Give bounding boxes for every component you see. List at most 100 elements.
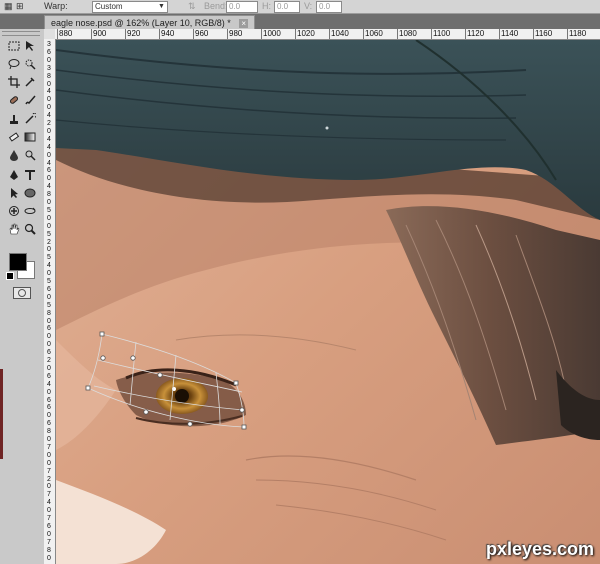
ruler-label: 6: [47, 349, 51, 357]
ruler-label: 7: [47, 443, 51, 451]
move-tool-icon[interactable]: [22, 38, 38, 54]
brush-tool-icon[interactable]: [22, 92, 38, 108]
hand-tool-icon[interactable]: [6, 221, 22, 237]
ruler-label: 0: [47, 554, 51, 562]
document-tab[interactable]: eagle nose.psd @ 162% (Layer 10, RGB/8) …: [44, 15, 256, 30]
warp-label: Warp:: [44, 1, 68, 11]
document-canvas[interactable]: pxleyes.com: [56, 40, 600, 564]
zoom-tool-icon[interactable]: [22, 221, 38, 237]
ruler-label: 0: [47, 341, 51, 349]
ruler-label: 4: [47, 183, 51, 191]
window-edge: [0, 369, 3, 459]
pen-tool-icon[interactable]: [6, 167, 22, 183]
ruler-label: 5: [47, 230, 51, 238]
ruler-tick: [431, 29, 432, 39]
ruler-label: 920: [127, 29, 141, 38]
eraser-tool-icon[interactable]: [6, 129, 22, 145]
chevron-down-icon[interactable]: ▼: [158, 0, 165, 13]
ruler-label: 6: [47, 285, 51, 293]
ruler-label: 6: [47, 48, 51, 56]
ruler-label: 5: [47, 254, 51, 262]
ruler-label: 960: [195, 29, 209, 38]
quick-mask-icon[interactable]: [13, 287, 31, 299]
ruler-label: 6: [47, 396, 51, 404]
orientation-icon[interactable]: ⇅: [188, 0, 196, 13]
3d-orbit-tool-icon[interactable]: [22, 203, 38, 219]
ruler-tick: [499, 29, 500, 39]
ruler-label: 0: [47, 199, 51, 206]
ruler-label: 1080: [399, 29, 417, 38]
ruler-label: 8: [47, 191, 51, 199]
watermark: pxleyes.com: [485, 539, 594, 559]
document-tab-title: eagle nose.psd @ 162% (Layer 10, RGB/8) …: [51, 18, 231, 28]
photo-image: [56, 40, 600, 564]
ruler-label: 0: [47, 56, 51, 64]
type-tool-icon[interactable]: [22, 167, 38, 183]
crop-tool-icon[interactable]: [6, 74, 22, 90]
ruler-label: 6: [47, 325, 51, 333]
ruler-label: 2: [47, 357, 51, 364]
ruler-label: 1060: [365, 29, 383, 38]
ruler-tick: [193, 29, 194, 39]
ruler-label: 0: [47, 293, 51, 301]
ruler-label: 1020: [297, 29, 315, 38]
ruler-label: 0: [47, 436, 51, 443]
ruler-label: 980: [229, 29, 243, 38]
blur-tool-icon[interactable]: [6, 147, 22, 163]
h-field[interactable]: 0.0: [274, 1, 300, 13]
ruler-label: 0: [47, 451, 51, 459]
ruler-label: 4: [47, 135, 51, 143]
ruler-label: 0: [47, 222, 51, 230]
ruler-tick: [125, 29, 126, 39]
spot-healing-tool-icon[interactable]: [6, 92, 22, 108]
clone-stamp-tool-icon[interactable]: [6, 111, 22, 127]
eyedropper-tool-icon[interactable]: [22, 74, 38, 90]
ruler-label: 1180: [569, 29, 587, 38]
toolbox-grip[interactable]: [2, 31, 40, 36]
ruler-label: 1000: [263, 29, 281, 38]
ruler-label: 4: [47, 262, 51, 270]
history-brush-tool-icon[interactable]: [22, 111, 38, 127]
ruler-label: 1100: [433, 29, 451, 38]
ruler-label: 8: [47, 546, 51, 554]
ruler-label: 0: [47, 104, 51, 112]
default-colors-icon[interactable]: [6, 272, 14, 280]
foreground-color-swatch[interactable]: [9, 253, 27, 271]
ruler-tick: [567, 29, 568, 39]
v-field[interactable]: 0.0: [316, 1, 342, 13]
dodge-tool-icon[interactable]: [22, 147, 38, 163]
marquee-tool-icon[interactable]: [6, 38, 22, 54]
ruler-label: 0: [47, 246, 51, 254]
ruler-label: 1160: [535, 29, 553, 38]
ruler-label: 4: [47, 143, 51, 151]
ruler-label: 0: [47, 388, 51, 396]
path-selection-tool-icon[interactable]: [6, 185, 22, 201]
warp-style-select[interactable]: Custom: [92, 1, 168, 13]
transform-mode-icon[interactable]: ⊞: [16, 0, 24, 13]
bend-field[interactable]: 0.0: [226, 1, 258, 13]
h-label: H:: [262, 1, 271, 11]
vertical-ruler[interactable]: 3603804004204404604805005205405605806006…: [44, 39, 56, 564]
ruler-label: 2: [47, 120, 51, 127]
ruler-tick: [57, 29, 58, 39]
gradient-tool-icon[interactable]: [22, 129, 38, 145]
ruler-label: 4: [47, 159, 51, 167]
ruler-label: 4: [47, 380, 51, 388]
ruler-label: 0: [47, 214, 51, 222]
document-tab-bar: « eagle nose.psd @ 162% (Layer 10, RGB/8…: [0, 14, 600, 40]
ruler-label: 5: [47, 301, 51, 309]
ruler-label: 2: [47, 475, 51, 483]
close-icon[interactable]: ×: [239, 19, 249, 29]
ruler-tick: [159, 29, 160, 39]
3d-rotate-tool-icon[interactable]: [6, 203, 22, 219]
shape-tool-icon[interactable]: [22, 185, 38, 201]
toolbox: [0, 29, 45, 564]
horizontal-ruler[interactable]: 880 900 920 940 960 980 1000 1020 1040 1060 1080 11…: [55, 29, 600, 40]
lasso-tool-icon[interactable]: [6, 56, 22, 72]
quick-selection-tool-icon[interactable]: [22, 56, 38, 72]
ruler-label: 8: [47, 309, 51, 317]
ruler-label: 2: [47, 238, 51, 246]
ruler-label: 0: [47, 483, 51, 491]
ruler-label: 7: [47, 467, 51, 475]
ruler-label: 1120: [467, 29, 485, 38]
